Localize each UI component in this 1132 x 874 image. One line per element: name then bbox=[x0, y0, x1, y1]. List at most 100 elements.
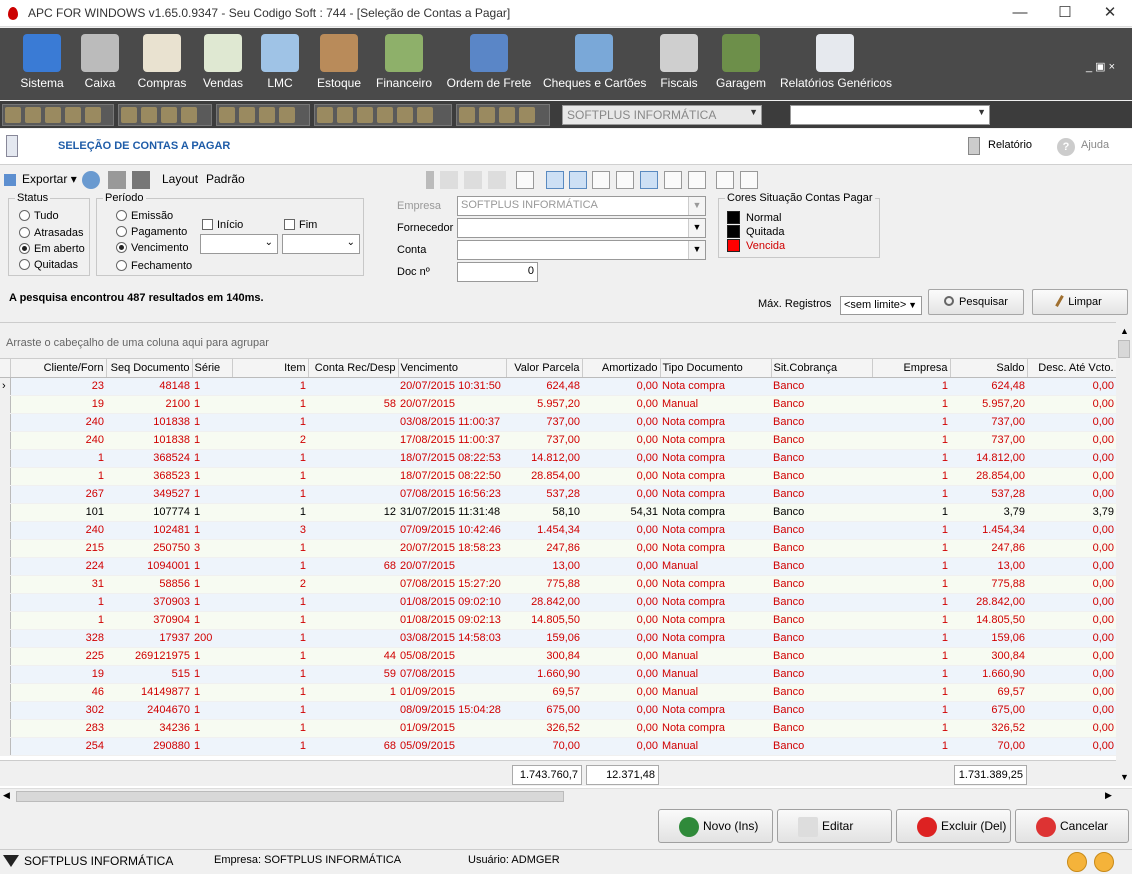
columns-icon[interactable] bbox=[516, 171, 534, 189]
ajuda-button[interactable]: Ajuda bbox=[1081, 139, 1109, 151]
toolstrip-group-5[interactable] bbox=[456, 104, 550, 126]
status-atrasadas-radio[interactable]: Atrasadas bbox=[19, 227, 84, 239]
vertical-scrollbar[interactable]: ▲ ▼ bbox=[1116, 322, 1132, 786]
table-row[interactable]: 101 107774 1 1 12 31/07/2015 11:31:48 58,10 54,… bbox=[0, 503, 1116, 522]
periodo-fechamento-radio[interactable]: Fechamento bbox=[116, 260, 192, 272]
menu-cheques-cartoes[interactable]: Cheques e Cartões bbox=[543, 32, 646, 98]
col-seq-documento[interactable]: Seq Documento bbox=[106, 359, 193, 378]
tree-icon[interactable] bbox=[740, 171, 758, 189]
row-indicator[interactable] bbox=[0, 701, 11, 720]
col-saldo[interactable]: Saldo bbox=[950, 359, 1028, 378]
table-row[interactable]: 1 368523 1 1 18/07/2015 08:22:50 28.854,00 0,0… bbox=[0, 467, 1116, 486]
row-indicator[interactable] bbox=[0, 629, 11, 648]
smiley-icon[interactable] bbox=[1094, 852, 1114, 872]
menu-sistema[interactable]: Sistema bbox=[16, 32, 68, 98]
row-indicator[interactable] bbox=[0, 611, 11, 630]
table-row[interactable]: 1 368524 1 1 18/07/2015 08:22:53 14.812,00 0,0… bbox=[0, 449, 1116, 468]
table-row[interactable]: 224 1094001 1 1 68 20/07/2015 13,00 0,00 Manual B… bbox=[0, 557, 1116, 576]
table-row[interactable]: 31 58856 1 2 07/08/2015 15:27:20 775,88 0,00 No… bbox=[0, 575, 1116, 594]
empresa-field[interactable]: SOFTPLUS INFORMÁTICA ▼ bbox=[457, 196, 706, 216]
col-empresa[interactable]: Empresa bbox=[872, 359, 951, 378]
horizontal-scrollbar[interactable]: ◀ ▶ bbox=[0, 788, 1132, 804]
col-serie[interactable]: Série bbox=[192, 359, 233, 378]
doc-field[interactable]: 0 bbox=[457, 262, 538, 282]
row-indicator[interactable] bbox=[0, 467, 11, 486]
table-row[interactable]: 240 101838 1 2 17/08/2015 11:00:37 737,00 0,00… bbox=[0, 431, 1116, 450]
row-indicator[interactable] bbox=[0, 593, 11, 612]
col-item[interactable]: Item bbox=[232, 359, 309, 378]
minimize-button[interactable]: — bbox=[998, 0, 1042, 27]
row-indicator[interactable] bbox=[0, 449, 11, 468]
table-row[interactable]: 225 269121975 1 1 44 05/08/2015 300,84 0,00 Manu… bbox=[0, 647, 1116, 666]
limpar-button[interactable]: Limpar bbox=[1032, 289, 1128, 315]
menu-financeiro[interactable]: Financeiro bbox=[374, 32, 434, 98]
col-valor-parcela[interactable]: Valor Parcela bbox=[506, 359, 583, 378]
view-filter-icon[interactable] bbox=[616, 171, 634, 189]
close-button[interactable]: ✕ bbox=[1088, 0, 1132, 27]
conta-field[interactable]: ▼ bbox=[457, 240, 706, 260]
menu-relatorios-genericos[interactable]: Relatórios Genéricos bbox=[780, 32, 892, 98]
grid-lines-icon[interactable] bbox=[640, 171, 658, 189]
toolstrip-group-4[interactable] bbox=[314, 104, 452, 126]
fim-date-picker[interactable]: ⌄ bbox=[282, 234, 360, 254]
table-row[interactable]: 267 349527 1 1 07/08/2015 16:56:23 537,28 0,00… bbox=[0, 485, 1116, 504]
row-indicator[interactable] bbox=[0, 737, 11, 756]
col-cliente-forn[interactable]: Cliente/Forn bbox=[10, 359, 107, 378]
toolstrip-group-2[interactable] bbox=[118, 104, 212, 126]
row-indicator[interactable] bbox=[0, 683, 11, 702]
view-footer-icon[interactable] bbox=[592, 171, 610, 189]
menu-garagem[interactable]: Garagem bbox=[714, 32, 768, 98]
editar-button[interactable]: Editar (Enter) bbox=[777, 809, 892, 865]
table-row[interactable]: 302 2404670 1 1 08/09/2015 15:04:28 675,00 0,0… bbox=[0, 701, 1116, 720]
status-quitadas-radio[interactable]: Quitadas bbox=[19, 259, 78, 271]
periodo-vencimento-radio[interactable]: Vencimento bbox=[116, 242, 188, 254]
row-indicator[interactable] bbox=[0, 575, 11, 594]
table-row[interactable]: 46 14149877 1 1 1 01/09/2015 69,57 0,00 Manual Ba… bbox=[0, 683, 1116, 702]
expand-icon[interactable] bbox=[716, 171, 734, 189]
row-indicator[interactable] bbox=[0, 539, 11, 558]
row-indicator[interactable] bbox=[0, 719, 11, 738]
layout-value[interactable]: Padrão bbox=[206, 172, 245, 186]
print-preview-icon[interactable] bbox=[108, 171, 126, 189]
print-icon[interactable] bbox=[132, 171, 150, 189]
table-row[interactable]: 283 34236 1 1 01/09/2015 326,52 0,00 Nota compr… bbox=[0, 719, 1116, 738]
row-indicator[interactable] bbox=[0, 431, 11, 450]
menu-ordem-de-frete[interactable]: Ordem de Frete bbox=[444, 32, 534, 98]
periodo-pagamento-radio[interactable]: Pagamento bbox=[116, 226, 187, 238]
excluir-button[interactable]: Excluir (Del) bbox=[896, 809, 1011, 843]
row-indicator[interactable] bbox=[0, 557, 11, 576]
fit-icon[interactable] bbox=[688, 171, 706, 189]
cancelar-button[interactable]: Cancelar (Esc) bbox=[1015, 809, 1129, 865]
scroll-left-icon[interactable]: ◀ bbox=[3, 790, 10, 801]
row-indicator[interactable]: › bbox=[0, 377, 11, 396]
menu-compras[interactable]: Compras bbox=[134, 32, 190, 98]
toolstrip-group-1[interactable] bbox=[2, 104, 114, 126]
table-row[interactable]: 19 515 1 1 59 07/08/2015 1.660,90 0,00 Manual Ban… bbox=[0, 665, 1116, 684]
novo-button[interactable]: Novo (Ins) bbox=[658, 809, 773, 843]
copy-layout-icon[interactable] bbox=[464, 171, 482, 189]
status-em-aberto-radio[interactable]: Em aberto bbox=[19, 243, 85, 255]
quick-search-combo[interactable]: ▼ bbox=[790, 105, 990, 125]
exportar-button[interactable]: Exportar ▾ bbox=[22, 172, 77, 186]
inicio-date-picker[interactable]: ⌄ bbox=[200, 234, 278, 254]
vertical-scroll-thumb[interactable] bbox=[1118, 340, 1130, 358]
scroll-right-icon[interactable]: ▶ bbox=[1105, 790, 1112, 801]
company-combo[interactable]: SOFTPLUS INFORMÁTICA ▼ bbox=[562, 105, 762, 125]
row-indicator[interactable] bbox=[0, 647, 11, 666]
auto-width-icon[interactable] bbox=[664, 171, 682, 189]
inicio-checkbox[interactable]: Início bbox=[202, 219, 243, 231]
table-row[interactable]: 1 370904 1 1 01/08/2015 09:02:13 14.805,50 0,0… bbox=[0, 611, 1116, 630]
col-sit-cobranca[interactable]: Sit.Cobrança bbox=[771, 359, 873, 378]
table-row[interactable]: › 23 48148 1 1 20/07/2015 10:31:50 624,48 0,00 N… bbox=[0, 377, 1116, 396]
row-indicator[interactable] bbox=[0, 413, 11, 432]
relatorio-button[interactable]: Relatório bbox=[988, 139, 1032, 151]
periodo-emissao-radio[interactable]: Emissão bbox=[116, 210, 173, 222]
row-indicator[interactable] bbox=[0, 395, 11, 414]
col-desc-ate-vcto[interactable]: Desc. Até Vcto. bbox=[1027, 359, 1117, 378]
max-registros-select[interactable]: <sem limite> ▼ bbox=[840, 296, 922, 315]
col-amortizado[interactable]: Amortizado bbox=[582, 359, 661, 378]
view-group-icon[interactable] bbox=[569, 171, 587, 189]
row-indicator[interactable] bbox=[0, 503, 11, 522]
table-row[interactable]: 215 250750 3 1 20/07/2015 18:58:23 247,86 0,00… bbox=[0, 539, 1116, 558]
group-panel[interactable]: Arraste o cabeçalho de uma coluna aqui p… bbox=[0, 322, 1116, 358]
